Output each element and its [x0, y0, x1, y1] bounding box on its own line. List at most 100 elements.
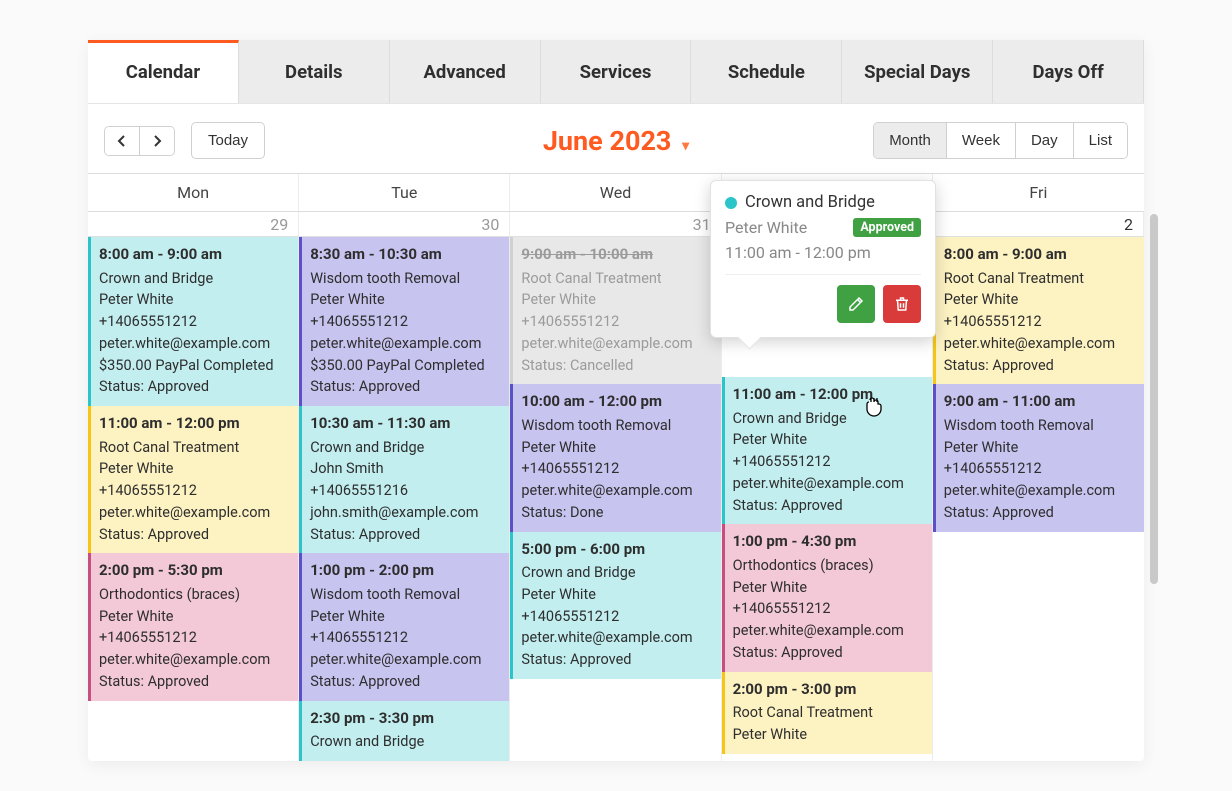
event-line: john.smith@example.com: [310, 502, 501, 524]
event-line: Crown and Bridge: [733, 408, 924, 430]
calendar-toolbar: Today June 2023 ▾ Month Week Day List: [88, 104, 1144, 173]
event-line: peter.white@example.com: [99, 502, 290, 524]
event-line: Wisdom tooth Removal: [521, 415, 712, 437]
edit-button[interactable]: [837, 285, 875, 323]
event-line: $350.00 PayPal Completed: [310, 355, 501, 377]
event-card[interactable]: 8:00 am - 9:00 amRoot Canal TreatmentPet…: [933, 237, 1144, 384]
event-line: Root Canal Treatment: [944, 268, 1136, 290]
weekday-header-row: Mon Tue Wed Thu Fri: [88, 173, 1144, 212]
event-card[interactable]: 2:00 pm - 5:30 pmOrthodontics (braces)Pe…: [88, 553, 298, 700]
event-line: Peter White: [521, 437, 712, 459]
event-line: +14065551212: [733, 598, 924, 620]
delete-button[interactable]: [883, 285, 921, 323]
event-card[interactable]: 10:00 am - 12:00 pmWisdom tooth RemovalP…: [510, 384, 720, 531]
scrollbar-thumb[interactable]: [1150, 214, 1158, 584]
calendar-app: Calendar Details Advanced Services Sched…: [88, 40, 1144, 761]
event-time: 8:00 am - 9:00 am: [99, 243, 290, 266]
prev-button[interactable]: [105, 127, 139, 155]
event-line: peter.white@example.com: [521, 333, 712, 355]
event-line: Root Canal Treatment: [99, 437, 290, 459]
event-line: Crown and Bridge: [310, 731, 501, 753]
event-line: Peter White: [733, 724, 924, 746]
event-line: Orthodontics (braces): [99, 584, 290, 606]
event-line: Peter White: [99, 606, 290, 628]
event-time: 2:30 pm - 3:30 pm: [310, 707, 501, 730]
event-line: Peter White: [99, 289, 290, 311]
view-list[interactable]: List: [1073, 123, 1127, 158]
event-line: peter.white@example.com: [733, 620, 924, 642]
event-line: peter.white@example.com: [521, 480, 712, 502]
popover-title: Crown and Bridge: [745, 193, 875, 212]
date-number[interactable]: 2: [933, 212, 1144, 236]
day-column-mon: 8:00 am - 9:00 amCrown and BridgePeter W…: [88, 237, 299, 761]
event-time: 2:00 pm - 5:30 pm: [99, 559, 290, 582]
caret-down-icon: ▾: [682, 138, 689, 154]
event-line: Peter White: [733, 577, 924, 599]
date-number[interactable]: 29: [88, 212, 299, 236]
event-line: Status: Approved: [944, 502, 1136, 524]
date-number[interactable]: 31: [510, 212, 721, 236]
event-line: Status: Approved: [310, 376, 501, 398]
event-time: 2:00 pm - 3:00 pm: [733, 678, 924, 701]
view-month[interactable]: Month: [874, 123, 946, 158]
popover-time: 11:00 am - 12:00 pm: [725, 243, 921, 262]
event-card[interactable]: 11:00 am - 12:00 pmCrown and BridgePeter…: [722, 377, 932, 524]
category-dot-icon: [725, 197, 737, 209]
event-line: Wisdom tooth Removal: [944, 415, 1136, 437]
tab-calendar[interactable]: Calendar: [88, 40, 239, 103]
day-column-tue: 8:30 am - 10:30 amWisdom tooth RemovalPe…: [299, 237, 510, 761]
event-card[interactable]: 8:00 am - 9:00 amCrown and BridgePeter W…: [88, 237, 298, 406]
scrollbar[interactable]: [1150, 214, 1158, 761]
event-card[interactable]: 5:00 pm - 6:00 pmCrown and BridgePeter W…: [510, 532, 720, 679]
event-time: 5:00 pm - 6:00 pm: [521, 538, 712, 561]
event-time: 11:00 am - 12:00 pm: [99, 412, 290, 435]
event-line: peter.white@example.com: [99, 333, 290, 355]
next-button[interactable]: [139, 127, 174, 155]
event-line: peter.white@example.com: [944, 333, 1136, 355]
event-line: Wisdom tooth Removal: [310, 268, 501, 290]
popover-actions: [725, 285, 921, 323]
event-card[interactable]: 1:00 pm - 2:00 pmWisdom tooth RemovalPet…: [299, 553, 509, 700]
event-card[interactable]: 1:00 pm - 4:30 pmOrthodontics (braces)Pe…: [722, 524, 932, 671]
event-line: Peter White: [521, 584, 712, 606]
view-week[interactable]: Week: [946, 123, 1015, 158]
event-line: Status: Cancelled: [521, 355, 712, 377]
event-card[interactable]: 11:00 am - 12:00 pmRoot Canal TreatmentP…: [88, 406, 298, 553]
event-time: 1:00 pm - 4:30 pm: [733, 530, 924, 553]
tab-schedule[interactable]: Schedule: [691, 40, 842, 103]
popover-title-row: Crown and Bridge: [725, 193, 921, 212]
tab-advanced[interactable]: Advanced: [390, 40, 541, 103]
tab-special-days[interactable]: Special Days: [842, 40, 993, 103]
event-line: Crown and Bridge: [99, 268, 290, 290]
view-day[interactable]: Day: [1015, 123, 1073, 158]
event-line: Peter White: [310, 606, 501, 628]
event-card[interactable]: 2:30 pm - 3:30 pmCrown and Bridge: [299, 701, 509, 761]
popover-person-name: Peter White: [725, 218, 807, 237]
event-line: Status: Approved: [99, 376, 290, 398]
event-card[interactable]: 2:00 pm - 3:00 pmRoot Canal TreatmentPet…: [722, 672, 932, 754]
event-line: peter.white@example.com: [521, 627, 712, 649]
day-column-wed: 9:00 am - 10:00 amRoot Canal TreatmentPe…: [510, 237, 721, 761]
event-line: Status: Approved: [99, 671, 290, 693]
event-line: peter.white@example.com: [310, 649, 501, 671]
events-row: 8:00 am - 9:00 amCrown and BridgePeter W…: [88, 237, 1144, 761]
date-number[interactable]: 30: [299, 212, 510, 236]
event-line: Root Canal Treatment: [733, 702, 924, 724]
event-line: Status: Approved: [310, 671, 501, 693]
event-card[interactable]: 10:30 am - 11:30 amCrown and BridgeJohn …: [299, 406, 509, 553]
event-line: peter.white@example.com: [99, 649, 290, 671]
tab-details[interactable]: Details: [239, 40, 390, 103]
event-card[interactable]: 8:30 am - 10:30 amWisdom tooth RemovalPe…: [299, 237, 509, 406]
event-card[interactable]: 9:00 am - 10:00 amRoot Canal TreatmentPe…: [510, 237, 720, 384]
tab-services[interactable]: Services: [541, 40, 692, 103]
month-title-text: June 2023: [543, 125, 672, 157]
event-line: +14065551216: [310, 480, 501, 502]
today-button[interactable]: Today: [191, 122, 265, 159]
event-card[interactable]: 9:00 am - 11:00 amWisdom tooth RemovalPe…: [933, 384, 1144, 531]
weekday-header: Wed: [510, 174, 721, 211]
tab-days-off[interactable]: Days Off: [993, 40, 1144, 103]
event-line: Status: Approved: [521, 649, 712, 671]
event-time: 1:00 pm - 2:00 pm: [310, 559, 501, 582]
chevron-left-icon: [117, 135, 127, 147]
pencil-icon: [847, 295, 865, 313]
